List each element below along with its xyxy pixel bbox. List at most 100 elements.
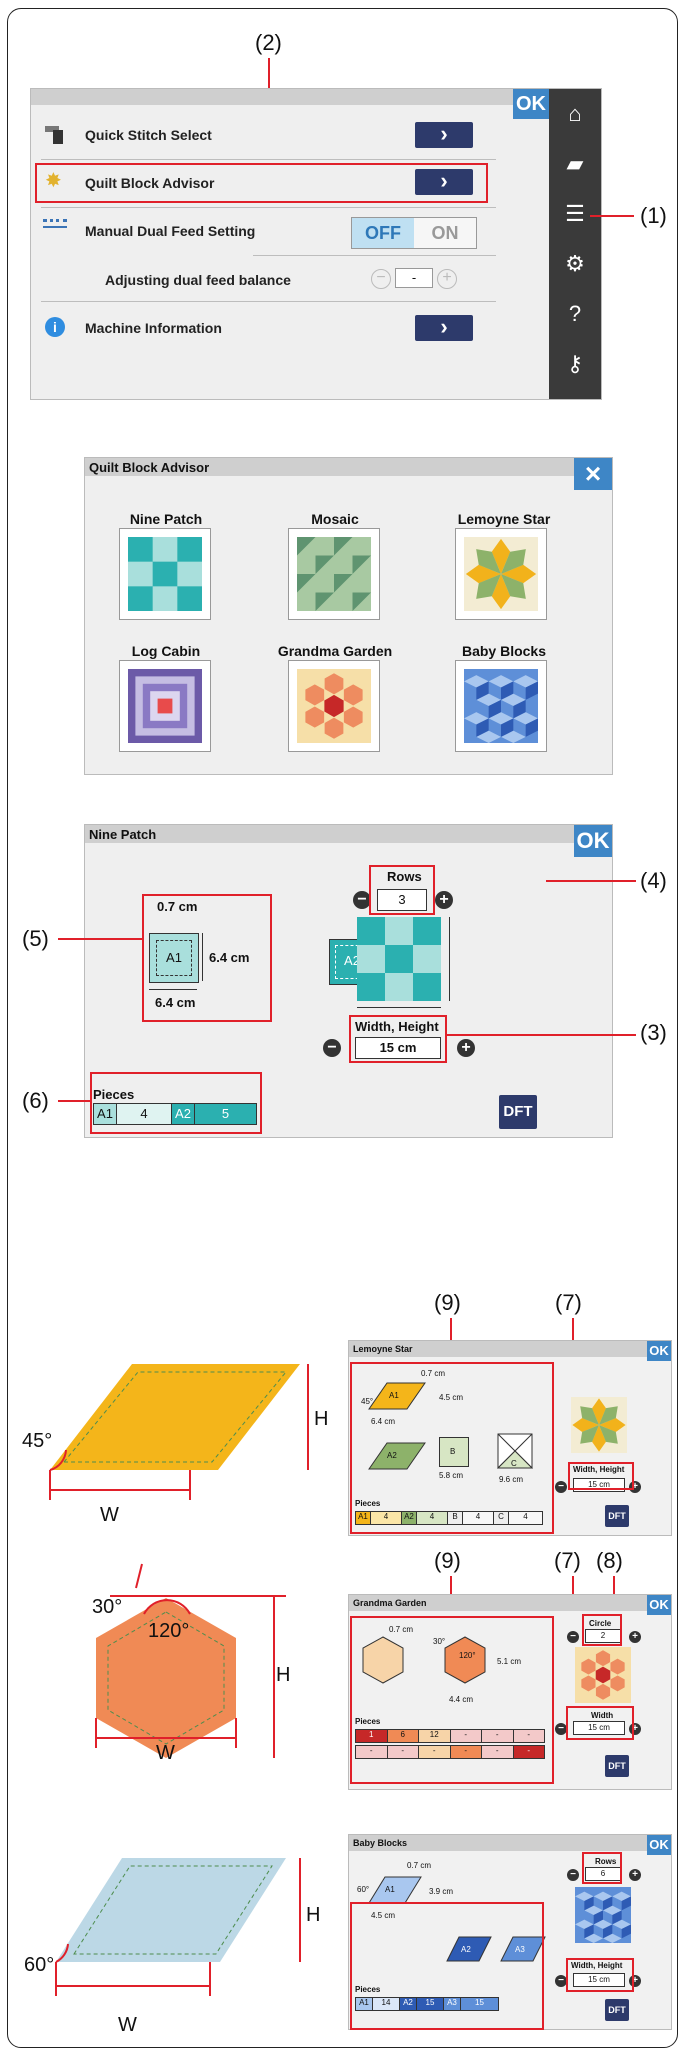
quick-stitch-button[interactable]: › <box>415 122 473 148</box>
angle-30: 30° <box>92 1596 123 1618</box>
quick-stitch-label: Quick Stitch Select <box>85 127 212 143</box>
circle-plus-button[interactable]: + <box>629 1631 641 1643</box>
grandma-garden-thumb <box>297 669 371 743</box>
dim-w-60: W <box>118 2014 137 2036</box>
machine-info-label: Machine Information <box>85 320 222 336</box>
log-cabin-button[interactable] <box>119 660 211 752</box>
nine-patch-titlebar <box>85 825 612 843</box>
nine-patch-button[interactable] <box>119 528 211 620</box>
dual-feed-toggle[interactable]: OFF ON <box>351 217 477 249</box>
ok-button[interactable]: OK <box>574 825 612 857</box>
callout-2: (2) <box>255 30 282 55</box>
callout-7: (7) <box>555 1290 582 1315</box>
default-button[interactable]: DFT <box>605 1755 629 1777</box>
dim-h-hex: H <box>276 1664 291 1686</box>
angle-120: 120° <box>148 1620 190 1642</box>
height: 3.9 cm <box>429 1887 454 1896</box>
callout-6-leader <box>58 1100 90 1102</box>
rows-minus-button[interactable]: − <box>567 1869 579 1881</box>
default-button[interactable]: DFT <box>605 1999 629 2021</box>
default-button[interactable]: DFT <box>499 1095 537 1129</box>
info-icon: i <box>45 317 65 337</box>
piece-a1-icon <box>368 1876 422 1904</box>
close-button[interactable]: × <box>574 458 612 490</box>
callout-9: (9) <box>434 1290 461 1315</box>
callout-7: (7) <box>554 1548 581 1573</box>
grandma-preview <box>575 1647 631 1703</box>
lemoyne-star-label: Lemoyne Star <box>457 511 551 527</box>
lemoyne-preview <box>571 1397 627 1453</box>
callout-4: (4) <box>640 868 667 893</box>
baby-blocks-button[interactable] <box>455 660 547 752</box>
lemoyne-title: Lemoyne Star <box>349 1341 671 1357</box>
log-cabin-thumb <box>128 669 202 743</box>
grandma-garden-button[interactable] <box>288 660 380 752</box>
size-minus-button[interactable]: − <box>555 1481 567 1493</box>
key-icon[interactable]: ⚷ <box>562 351 588 377</box>
feed-balance-value: - <box>395 268 433 288</box>
mosaic-thumb <box>297 537 371 611</box>
callout-5: (5) <box>22 926 49 951</box>
rows-plus-button[interactable]: + <box>629 1869 641 1881</box>
angle-45: 45° <box>22 1430 53 1452</box>
rows-plus-button[interactable]: + <box>435 891 453 909</box>
ok-button[interactable]: OK <box>647 1341 671 1361</box>
quilt-block-advisor-screen: Quilt Block Advisor × Nine Patch Mosaic … <box>84 457 613 775</box>
dimension-line <box>357 1007 441 1008</box>
baby-blocks-label: Baby Blocks <box>461 643 547 659</box>
dim-w-45: W <box>100 1504 119 1526</box>
baby-blocks-thumb <box>464 669 538 743</box>
nine-patch-label: Nine Patch <box>129 511 203 527</box>
machine-info-button[interactable]: › <box>415 315 473 341</box>
separator <box>41 301 496 302</box>
menu-titlebar <box>31 89 549 105</box>
callout-8: (8) <box>596 1548 623 1573</box>
feed-minus-button[interactable]: − <box>371 269 391 289</box>
menu-icon[interactable]: ☰ <box>562 201 588 227</box>
home-icon[interactable]: ⌂ <box>562 101 588 127</box>
toggle-off[interactable]: OFF <box>352 218 414 248</box>
callout-9-box <box>350 1362 554 1534</box>
dimension-line <box>449 917 450 1001</box>
diamond-45-diagram <box>49 1364 309 1500</box>
callout-9: (9) <box>434 1548 461 1573</box>
size-plus-button[interactable]: + <box>457 1039 475 1057</box>
dim-h-60: H <box>306 1904 321 1926</box>
nine-patch-thumb <box>128 537 202 611</box>
circle-minus-button[interactable]: − <box>567 1631 579 1643</box>
callout-3-box <box>349 1015 447 1063</box>
ok-button[interactable]: OK <box>647 1835 671 1855</box>
nine-patch-preview <box>357 917 441 1001</box>
advisor-title: Quilt Block Advisor <box>89 460 210 475</box>
feed-plus-button[interactable]: + <box>437 269 457 289</box>
grandma-title: Grandma Garden <box>349 1595 671 1611</box>
mosaic-button[interactable] <box>288 528 380 620</box>
ok-button[interactable]: OK <box>647 1595 671 1615</box>
callout-3-leader <box>446 1034 636 1036</box>
callout-9-box <box>350 1616 554 1784</box>
dual-feed-label: Manual Dual Feed Setting <box>85 223 256 239</box>
default-button[interactable]: DFT <box>605 1505 629 1527</box>
seam: 0.7 cm <box>407 1861 432 1870</box>
callout-6: (6) <box>22 1088 49 1113</box>
grandma-garden-label: Grandma Garden <box>277 643 393 659</box>
hexagon-diagram <box>95 1563 286 1758</box>
ok-button[interactable]: OK <box>513 89 549 119</box>
baby-blocks-title: Baby Blocks <box>349 1835 671 1851</box>
toggle-on[interactable]: ON <box>414 218 476 248</box>
callout-5-leader <box>58 938 142 940</box>
callout-7-box <box>566 1706 634 1740</box>
lemoyne-star-button[interactable] <box>455 528 547 620</box>
folder-icon[interactable]: ▰ <box>562 151 588 177</box>
angle-60: 60° <box>24 1954 55 1976</box>
settings-menu-screen: OK ⌂ ▰ ☰ ⚙ ? ⚷ Quick Stitch Select › ✸ Q… <box>30 88 602 400</box>
gear-icon[interactable]: ⚙ <box>562 251 588 277</box>
size-minus-button[interactable]: − <box>323 1039 341 1057</box>
nine-patch-title: Nine Patch <box>89 827 157 842</box>
callout-9-box <box>350 1902 544 2030</box>
separator <box>41 207 496 208</box>
callout-4-leader <box>546 880 636 882</box>
help-icon[interactable]: ? <box>562 301 588 327</box>
callout-8-box <box>582 1614 622 1646</box>
side-nav: ⌂ ▰ ☰ ⚙ ? ⚷ <box>549 89 601 399</box>
